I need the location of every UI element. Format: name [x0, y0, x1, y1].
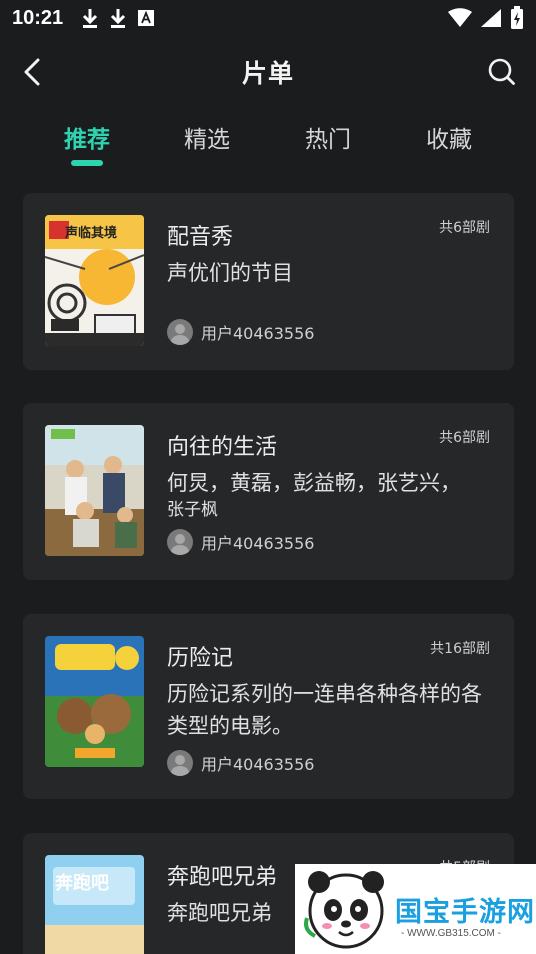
avatar — [167, 319, 193, 345]
wifi-icon — [448, 8, 472, 27]
card-owner: 用户40463556 — [167, 750, 314, 776]
card-description: 声优们的节目 — [167, 261, 293, 285]
poster-title-text: 声临其境 — [65, 226, 118, 241]
poster-title-text: 奔跑吧 — [55, 873, 109, 894]
card-title: 配音秀 — [167, 225, 234, 250]
back-button[interactable] — [16, 56, 48, 88]
poster-image — [45, 636, 144, 767]
playlist-card[interactable]: 历险记 共16部剧 历险记系列的一连串各种各样的各类型的电影。 用户404635… — [23, 614, 514, 799]
avatar — [167, 750, 193, 776]
tab-bar: 推荐 精选 热门 收藏 — [0, 112, 536, 172]
card-title: 历险记 — [167, 646, 234, 671]
download-icon — [83, 9, 98, 28]
status-system-icons — [448, 6, 524, 30]
card-description-line: 张子枫 — [167, 500, 218, 520]
tab-featured[interactable]: 精选 — [157, 120, 257, 154]
keyboard-a-icon — [138, 10, 155, 26]
card-description: 何炅，黄磊，彭益畅，张艺兴， 张子枫 — [167, 467, 487, 521]
card-owner: 用户40463556 — [167, 319, 314, 345]
poster-image — [45, 425, 144, 556]
signal-icon — [481, 9, 501, 27]
user-name: 用户40463556 — [201, 534, 315, 553]
battery-charging-icon — [511, 6, 523, 29]
episode-count: 共16部剧 — [430, 641, 490, 657]
playlist-card[interactable]: 向往的生活 共6部剧 何炅，黄磊，彭益畅，张艺兴， 张子枫 用户40463556 — [23, 403, 514, 580]
episode-count: 共6部剧 — [439, 220, 490, 236]
card-title: 向往的生活 — [167, 435, 278, 460]
avatar — [167, 529, 193, 555]
card-owner: 用户40463556 — [167, 529, 314, 555]
poster-image: 声临其境 — [45, 215, 144, 346]
watermark-name: 国宝手游网 — [395, 897, 535, 928]
chevron-left-icon — [24, 58, 40, 86]
status-bar: 10:21 — [0, 0, 536, 36]
card-description: 历险记系列的一连串各种各样的各类型的电影。 — [167, 682, 482, 738]
download-icon — [111, 9, 126, 28]
card-description-line: 何炅，黄磊，彭益畅，张艺兴， — [167, 471, 461, 495]
site-watermark: 国宝手游网 - WWW.GB315.COM - — [295, 864, 536, 954]
tab-favorites[interactable]: 收藏 — [399, 120, 499, 154]
poster-image: 奔跑吧 — [45, 855, 144, 954]
watermark-url: - WWW.GB315.COM - — [401, 928, 501, 939]
status-time: 10:21 — [12, 6, 64, 29]
search-button[interactable] — [486, 56, 518, 88]
tab-active-indicator — [71, 160, 103, 166]
tab-popular[interactable]: 热门 — [278, 120, 378, 154]
user-name: 用户40463556 — [201, 324, 315, 343]
episode-count: 共6部剧 — [439, 430, 490, 446]
playlist-card[interactable]: 声临其境 配音秀 共6部剧 声优们的节目 用户40463556 — [23, 193, 514, 370]
status-notifications — [81, 7, 155, 29]
nav-bar: 片单 — [0, 44, 536, 100]
panda-logo-icon — [304, 871, 384, 949]
user-name: 用户40463556 — [201, 755, 315, 774]
card-title: 奔跑吧兄弟 — [167, 865, 278, 890]
search-icon — [488, 58, 515, 85]
page-title: 片单 — [241, 59, 294, 88]
tab-recommend[interactable]: 推荐 — [37, 120, 137, 154]
